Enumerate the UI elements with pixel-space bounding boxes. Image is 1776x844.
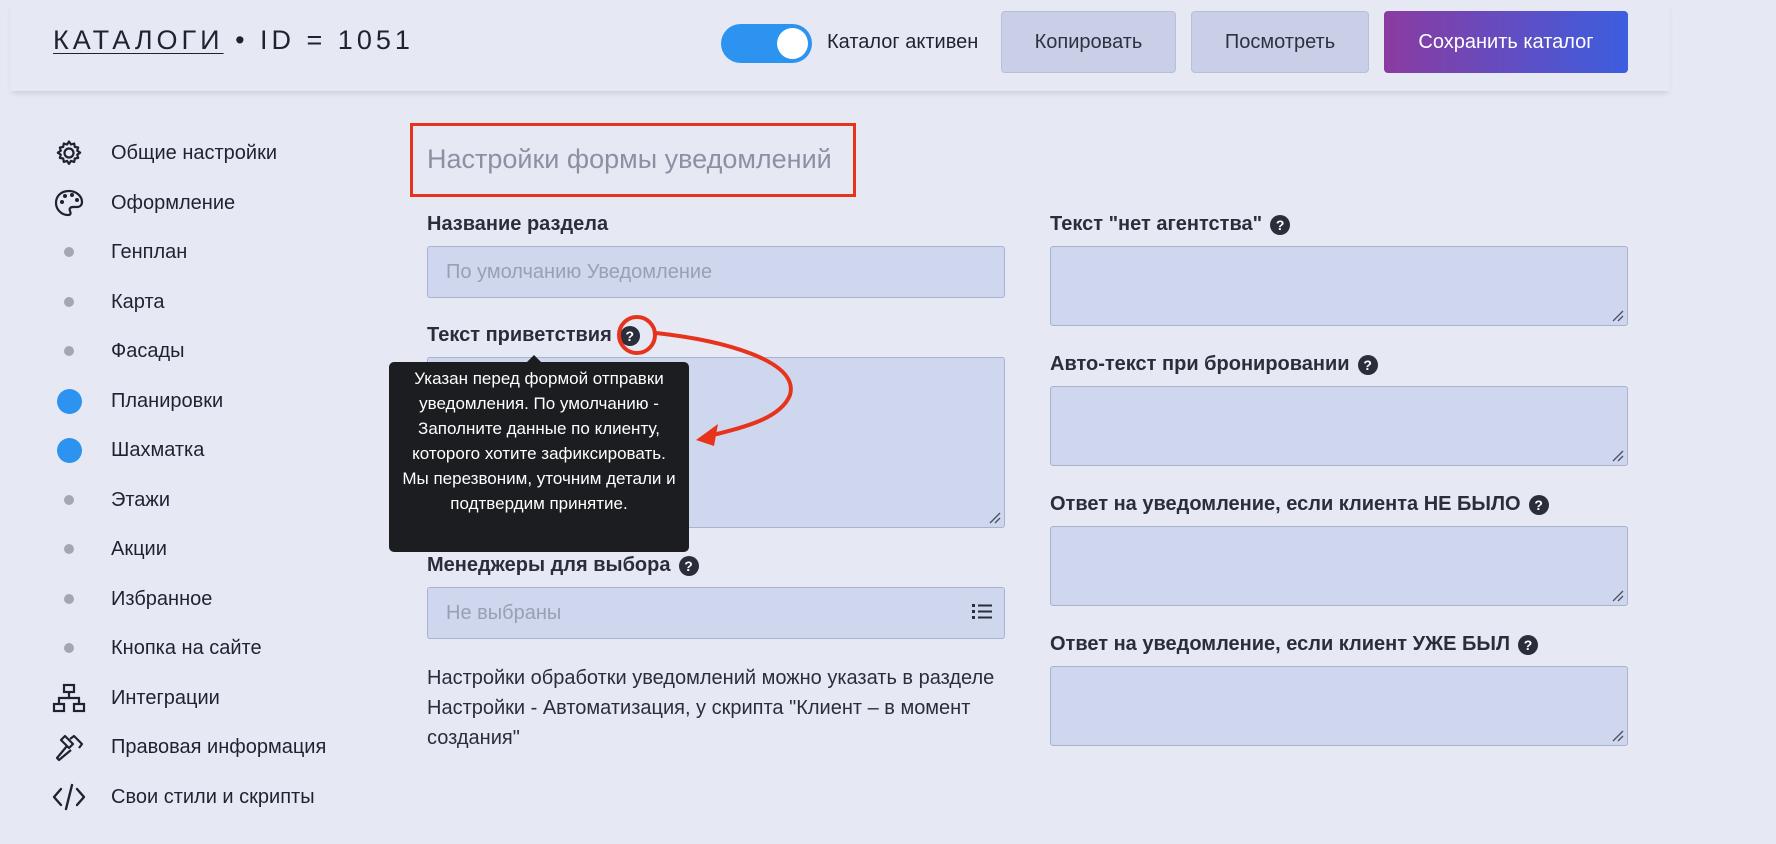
sidebar-item-label: Фасады	[111, 339, 185, 362]
sidebar-item-layouts[interactable]: Планировки	[0, 383, 360, 419]
sidebar-item-chessboard[interactable]: Шахматка	[0, 432, 360, 468]
copy-button[interactable]: Копировать	[1001, 11, 1176, 73]
view-button[interactable]: Посмотреть	[1191, 11, 1369, 73]
sidebar-item-label: Оформление	[111, 191, 236, 214]
resize-grip-icon[interactable]	[1610, 308, 1624, 322]
sidebar-item-label: Кнопка на сайте	[111, 636, 262, 659]
question-circle-icon[interactable]: ?	[619, 325, 640, 346]
catalog-active-toggle[interactable]	[721, 24, 812, 63]
sidebar-item-favorites[interactable]: Избранное	[0, 581, 360, 617]
reply-new-client-textarea[interactable]	[1050, 526, 1628, 606]
dot-icon	[52, 285, 86, 319]
section-name-label: Название раздела	[427, 213, 609, 235]
sidebar-item-label: Генплан	[111, 240, 188, 263]
resize-grip-icon[interactable]	[1610, 448, 1624, 462]
dot-active-icon	[52, 384, 86, 418]
resize-grip-icon[interactable]	[1610, 728, 1624, 742]
dot-icon	[52, 532, 86, 566]
catalog-active-label: Каталог активен	[827, 31, 979, 53]
question-circle-icon[interactable]: ?	[1357, 354, 1378, 375]
sidebar-item-facades[interactable]: Фасады	[0, 333, 360, 369]
dot-icon	[52, 483, 86, 517]
sidebar-item-label: Планировки	[111, 389, 224, 412]
greeting-text-label: Текст приветствия ?	[427, 324, 640, 347]
catalog-id: • ID = 1051	[223, 25, 414, 55]
question-circle-icon[interactable]: ?	[1528, 494, 1549, 515]
catalogs-breadcrumb-link[interactable]: КАТАЛОГИ	[53, 25, 224, 55]
sidebar-item-label: Общие настройки	[111, 141, 277, 164]
managers-label: Менеджеры для выбора ?	[427, 554, 699, 577]
booking-autotext-label: Авто-текст при бронировании ?	[1050, 353, 1378, 376]
section-name-input[interactable]: По умолчанию Уведомление	[427, 246, 1005, 298]
sitemap-icon	[52, 681, 86, 715]
no-agency-textarea[interactable]	[1050, 246, 1628, 326]
dot-icon	[52, 235, 86, 269]
managers-select[interactable]: Не выбраны	[427, 587, 1005, 639]
page-title: КАТАЛОГИ • ID = 1051	[53, 25, 414, 56]
sidebar-item-label: Правовая информация	[111, 735, 327, 758]
dot-icon	[52, 334, 86, 368]
sidebar-item-integrations[interactable]: Интеграции	[0, 680, 360, 716]
sidebar-item-label: Избранное	[111, 587, 213, 610]
question-circle-icon[interactable]: ?	[1270, 214, 1291, 235]
gear-icon	[52, 136, 86, 170]
reply-new-client-label: Ответ на уведомление, если клиента НЕ БЫ…	[1050, 493, 1549, 516]
notification-processing-hint: Настройки обработки уведомлений можно ук…	[427, 667, 995, 749]
gavel-icon	[52, 730, 86, 764]
sidebar-item-label: Акции	[111, 537, 167, 560]
sidebar-item-site-button[interactable]: Кнопка на сайте	[0, 630, 360, 666]
dot-icon	[52, 582, 86, 616]
sidebar-item-label: Свои стили и скрипты	[111, 785, 315, 808]
sidebar-item-promotions[interactable]: Акции	[0, 531, 360, 567]
sidebar-item-label: Интеграции	[111, 686, 220, 709]
dot-active-icon	[52, 433, 86, 467]
top-bar: КАТАЛОГИ • ID = 1051 Каталог активен Коп…	[10, 0, 1670, 91]
sidebar-item-general-settings[interactable]: Общие настройки	[0, 135, 360, 171]
reply-existing-client-textarea[interactable]	[1050, 666, 1628, 746]
no-agency-text-label: Текст "нет агентства" ?	[1050, 213, 1291, 236]
sidebar-item-design[interactable]: Оформление	[0, 185, 360, 221]
sidebar-item-genplan[interactable]: Генплан	[0, 234, 360, 270]
sidebar-item-label: Этажи	[111, 488, 170, 511]
sidebar-item-map[interactable]: Карта	[0, 284, 360, 320]
code-icon	[52, 780, 86, 814]
toggle-knob	[777, 28, 808, 59]
save-catalog-button[interactable]: Сохранить каталог	[1384, 11, 1628, 73]
booking-autotext-textarea[interactable]	[1050, 386, 1628, 466]
resize-grip-icon[interactable]	[987, 510, 1001, 524]
question-circle-icon[interactable]: ?	[1518, 634, 1538, 655]
sidebar-item-label: Карта	[111, 290, 165, 313]
dot-icon	[52, 631, 86, 665]
sidebar-item-floors[interactable]: Этажи	[0, 482, 360, 518]
sidebar-item-label: Шахматка	[111, 438, 205, 461]
list-icon	[972, 604, 992, 619]
palette-icon	[52, 186, 86, 220]
resize-grip-icon[interactable]	[1610, 588, 1624, 602]
sidebar-item-custom-styles-scripts[interactable]: Свои стили и скрипты	[0, 779, 360, 815]
question-circle-icon[interactable]: ?	[678, 555, 699, 576]
sidebar-item-legal-info[interactable]: Правовая информация	[0, 729, 360, 765]
section-title: Настройки формы уведомлений	[427, 144, 832, 174]
reply-existing-client-label: Ответ на уведомление, если клиент УЖЕ БЫ…	[1050, 633, 1538, 656]
greeting-help-tooltip: Указан перед формой отправки уведомления…	[389, 362, 689, 552]
